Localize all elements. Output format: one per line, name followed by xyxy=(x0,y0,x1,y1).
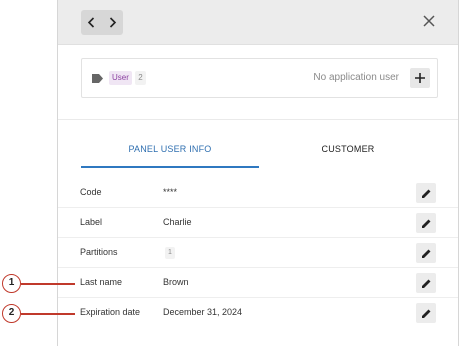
callout-1: 1 xyxy=(0,274,80,294)
pencil-icon xyxy=(421,309,430,318)
field-row-expiration-date: Expiration date December 31, 2024 xyxy=(58,298,458,328)
close-button[interactable] xyxy=(422,14,436,28)
user-detail-panel: User 2 No application user PANEL USER IN… xyxy=(57,0,459,346)
edit-last-name-button[interactable] xyxy=(416,273,436,293)
no-application-user-text: No application user xyxy=(313,72,399,83)
field-row-code: Code **** xyxy=(58,178,458,208)
add-application-user-button[interactable] xyxy=(410,68,430,88)
field-value: Charlie xyxy=(163,217,192,227)
tab-customer[interactable]: CUSTOMER xyxy=(259,134,437,168)
field-value: **** xyxy=(163,187,178,197)
forward-button[interactable] xyxy=(104,13,122,33)
field-value: Brown xyxy=(163,277,189,287)
user-chip: User xyxy=(109,71,132,85)
pencil-icon xyxy=(421,279,430,288)
field-label: Last name xyxy=(80,277,123,287)
close-icon xyxy=(423,15,435,27)
edit-partitions-button[interactable] xyxy=(416,243,436,263)
back-button[interactable] xyxy=(83,13,101,33)
tab-bar: PANEL USER INFO CUSTOMER xyxy=(81,134,438,168)
chevron-left-icon xyxy=(87,17,95,28)
pencil-icon xyxy=(421,219,430,228)
application-user-card: User 2 No application user xyxy=(81,58,438,98)
field-label: Expiration date xyxy=(80,307,141,317)
tab-panel-user-info[interactable]: PANEL USER INFO xyxy=(81,134,259,168)
callout-2: 2 xyxy=(0,304,80,324)
field-row-label: Label Charlie xyxy=(58,208,458,238)
plus-icon xyxy=(415,73,425,83)
section-divider xyxy=(58,119,458,120)
edit-label-button[interactable] xyxy=(416,213,436,233)
field-row-partitions: Partitions 1 xyxy=(58,238,458,268)
panel-header xyxy=(58,0,458,45)
field-label: Partitions xyxy=(80,247,118,257)
user-count-badge: 2 xyxy=(135,71,146,85)
pencil-icon xyxy=(421,249,430,258)
navigation-group xyxy=(81,10,123,35)
callout-number: 1 xyxy=(2,274,21,293)
callout-leader-line xyxy=(21,283,75,285)
pencil-icon xyxy=(421,189,430,198)
field-label: Code xyxy=(80,187,102,197)
tag-icon xyxy=(92,74,103,83)
field-label: Label xyxy=(80,217,103,227)
callout-number: 2 xyxy=(2,304,21,323)
field-value: December 31, 2024 xyxy=(163,307,243,317)
field-list: Code **** Label Charlie Partitions 1 Las… xyxy=(58,178,458,328)
chevron-right-icon xyxy=(109,17,117,28)
edit-expiration-date-button[interactable] xyxy=(416,303,436,323)
callout-leader-line xyxy=(21,313,75,315)
partition-count-chip: 1 xyxy=(165,247,175,259)
field-row-last-name: Last name Brown xyxy=(58,268,458,298)
edit-code-button[interactable] xyxy=(416,183,436,203)
